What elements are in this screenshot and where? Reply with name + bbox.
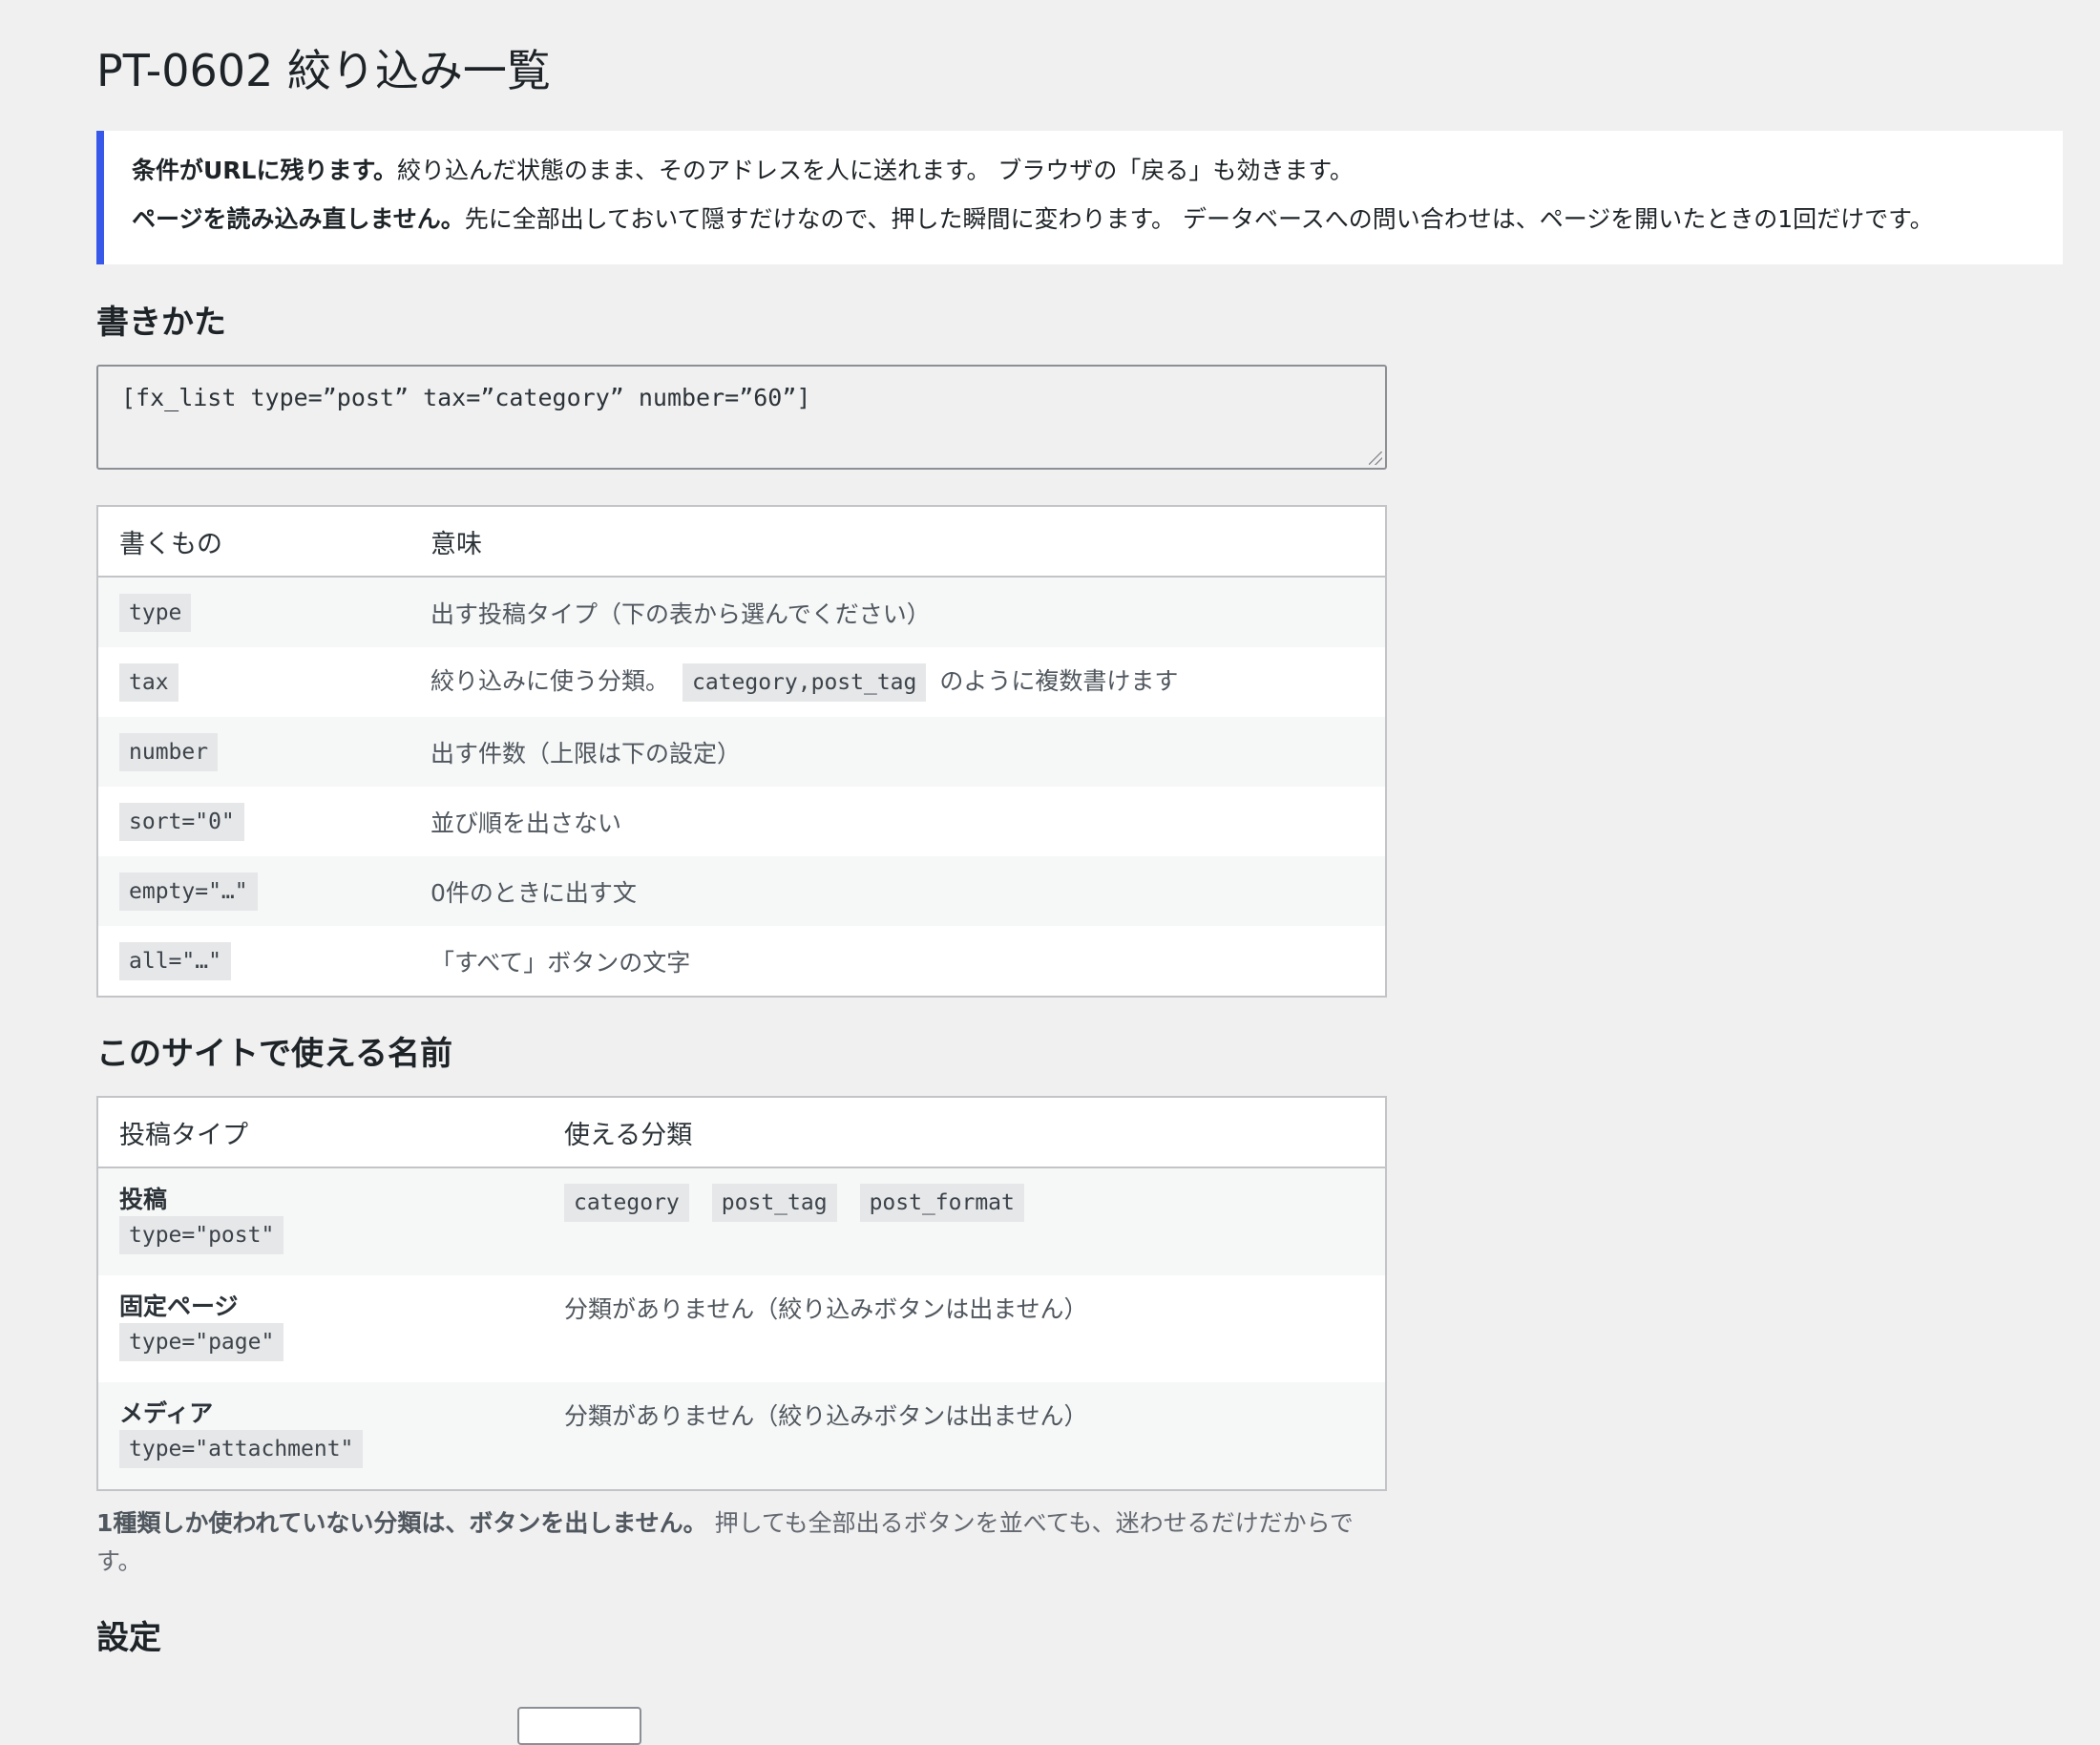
attribute-code: number	[119, 732, 219, 771]
notice-line-2: ページを読み込み直しません。先に全部出しておいて隠すだけなので、押した瞬間に変わ…	[132, 204, 2063, 235]
description-text: のように複数書けます	[939, 667, 1179, 695]
attribute-code: type	[119, 593, 192, 632]
attribute-code: sort="0"	[119, 802, 244, 841]
table-row: 固定ページ type="page" 分類がありません（絞り込みボタンは出ません）	[98, 1275, 1385, 1382]
no-taxonomy-text: 分類がありません（絞り込みボタンは出ません）	[564, 1402, 1088, 1430]
names-header-taxonomies: 使える分類	[564, 1120, 693, 1150]
attribute-description: 出す投稿タイプ（下の表から選んでください）	[430, 599, 931, 628]
table-row: sort="0" 並び順を出さない	[98, 787, 1385, 856]
post-type-code: type="post"	[119, 1216, 284, 1254]
taxonomy-code: post_format	[859, 1184, 1024, 1222]
attribute-description: 「すべて」ボタンの文字	[430, 948, 691, 977]
info-notice: 条件がURLに残ります。絞り込んだ状態のまま、そのアドレスを人に送れます。 ブラ…	[96, 131, 2063, 264]
names-heading: このサイトで使える名前	[96, 1035, 452, 1073]
notice-line-1-bold: 条件がURLに残ります。	[132, 157, 397, 184]
shortcode-text: [fx_list type=”post” tax=”category” numb…	[121, 384, 811, 411]
settings-input[interactable]	[517, 1707, 641, 1745]
taxonomy-code: category	[564, 1184, 689, 1222]
page-title: PT-0602 絞り込み一覧	[96, 45, 551, 96]
names-header-post-type: 投稿タイプ	[119, 1120, 248, 1150]
attribute-description: 0件のときに出す文	[430, 878, 637, 907]
post-type-code: type="attachment"	[119, 1430, 364, 1468]
post-type-code: type="page"	[119, 1323, 284, 1361]
description-text: 絞り込みに使う分類。	[430, 667, 670, 695]
usage-header-key: 書くもの	[119, 529, 222, 559]
notice-line-2-text: 先に全部出しておいて隠すだけなので、押した瞬間に変わります。 データベースへの問…	[464, 205, 1934, 233]
settings-heading: 設定	[96, 1619, 161, 1657]
table-row: 投稿 type="post" category post_tag post_form…	[98, 1168, 1385, 1275]
table-row: メディア type="attachment" 分類がありません（絞り込みボタンは…	[98, 1382, 1385, 1489]
attribute-code: tax	[119, 662, 178, 702]
names-table: 投稿タイプ 使える分類 投稿 type="post" category post_…	[96, 1096, 1387, 1491]
notice-line-2-bold: ページを読み込み直しません。	[132, 205, 465, 233]
inline-code: category,post_tag	[682, 663, 927, 702]
footnote-bold: 1種類しか使われていない分類は、ボタンを出しません。	[96, 1509, 707, 1537]
no-taxonomy-text: 分類がありません（絞り込みボタンは出ません）	[564, 1295, 1088, 1323]
attribute-description: 出す件数（上限は下の設定）	[430, 739, 742, 767]
taxonomy-list: category post_tag post_format	[564, 1184, 1024, 1222]
attribute-code: empty="…"	[119, 872, 258, 911]
table-row: number 出す件数（上限は下の設定）	[98, 717, 1385, 787]
attribute-description: 並び順を出さない	[430, 809, 622, 837]
table-row: tax 絞り込みに使う分類。 category,post_tag のように複数書…	[98, 647, 1385, 717]
post-type-name: メディア	[119, 1399, 214, 1427]
names-footnote: 1種類しか使われていない分類は、ボタンを出しません。 押しても全部出るボタンを並…	[96, 1504, 1387, 1581]
post-type-name: 固定ページ	[119, 1293, 239, 1320]
attribute-code: all="…"	[119, 941, 231, 980]
post-type-name: 投稿	[119, 1186, 168, 1213]
table-row: type 出す投稿タイプ（下の表から選んでください）	[98, 578, 1385, 647]
usage-table-header: 書くもの 意味	[98, 507, 1385, 578]
usage-table: 書くもの 意味 type 出す投稿タイプ（下の表から選んでください） tax 絞…	[96, 505, 1387, 998]
table-row: all="…" 「すべて」ボタンの文字	[98, 926, 1385, 996]
resize-handle-icon[interactable]	[1369, 452, 1382, 465]
attribute-description: 絞り込みに使う分類。 category,post_tag のように複数書けます	[430, 662, 1178, 702]
usage-heading: 書きかた	[96, 304, 226, 342]
table-row: empty="…" 0件のときに出す文	[98, 856, 1385, 926]
notice-line-1: 条件がURLに残ります。絞り込んだ状態のまま、そのアドレスを人に送れます。 ブラ…	[132, 156, 2063, 186]
names-table-header: 投稿タイプ 使える分類	[98, 1098, 1385, 1168]
taxonomy-code: post_tag	[711, 1184, 837, 1222]
notice-line-1-text: 絞り込んだ状態のまま、そのアドレスを人に送れます。 ブラウザの「戻る」も効きます…	[396, 157, 1354, 184]
usage-header-meaning: 意味	[430, 529, 482, 559]
shortcode-textarea[interactable]: [fx_list type=”post” tax=”category” numb…	[96, 365, 1387, 470]
